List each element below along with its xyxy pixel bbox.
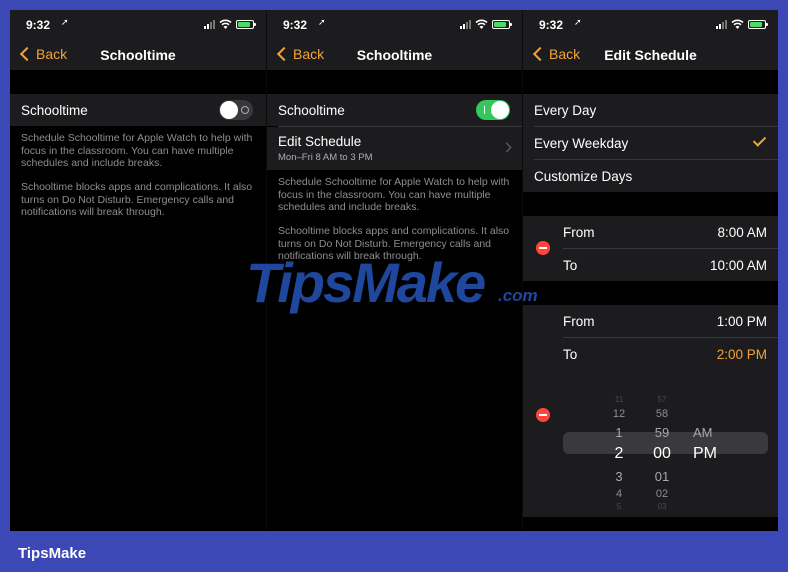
option-label: Every Weekday	[534, 136, 629, 151]
watermark-text: TipsMake	[246, 251, 486, 314]
wifi-icon	[731, 19, 744, 29]
location-arrow-icon: ➚	[574, 17, 582, 27]
brand-label: TipsMake	[18, 545, 87, 562]
option-customize-days[interactable]: Customize Days	[523, 160, 778, 192]
location-arrow-icon: ➚	[61, 17, 69, 27]
battery-icon	[492, 20, 512, 29]
phone-screen-edit-schedule: 9:32 ➚ Back Edit Schedule Every Day Ever…	[522, 10, 778, 531]
schooltime-label: Schooltime	[21, 103, 88, 118]
navigation-bar: Back Schooltime	[267, 42, 522, 70]
status-bar: 9:32 ➚	[10, 10, 266, 42]
edit-schedule-subtitle: Mon–Fri 8 AM to 3 PM	[278, 152, 373, 163]
status-bar: 9:32 ➚	[523, 10, 778, 42]
to-time-value-active: 2:00 PM	[716, 347, 767, 362]
schooltime-toggle[interactable]	[219, 100, 253, 120]
footnote-description: Schedule Schooltime for Apple Watch to h…	[278, 176, 510, 213]
to-time-value: 10:00 AM	[709, 258, 767, 273]
from-label: From	[563, 225, 595, 240]
option-label: Every Day	[534, 103, 597, 118]
picker-minute: 59	[654, 424, 670, 440]
from-label: From	[563, 314, 595, 329]
to-row[interactable]: To 10:00 AM	[563, 249, 778, 281]
picker-minute: 02	[655, 487, 669, 500]
picker-minute: 58	[655, 407, 669, 420]
wifi-icon	[219, 19, 232, 29]
page-title: Schooltime	[356, 47, 433, 63]
phone-screen-schooltime-off: 9:32 ➚ Back Schooltime Schooltime Schedu…	[10, 10, 266, 531]
status-time: 9:32	[283, 18, 308, 32]
repeat-options-group: Every Day Every Weekday Customize Days	[523, 94, 778, 192]
checkmark-icon	[752, 133, 767, 147]
footnote-blocking: Schooltime blocks apps and complications…	[21, 181, 253, 218]
picker-hour: 3	[615, 468, 623, 484]
watermark-suffix: .com	[498, 286, 538, 305]
status-time: 9:32	[539, 18, 564, 32]
picker-minute: 01	[654, 468, 670, 484]
status-time: 9:32	[26, 18, 51, 32]
edit-schedule-label: Edit Schedule	[278, 134, 362, 149]
picker-hour: 2	[614, 445, 624, 462]
footnote-description: Schedule Schooltime for Apple Watch to h…	[21, 132, 253, 169]
picker-period: AM	[693, 424, 713, 440]
time-block-1: From 8:00 AM To 10:00 AM	[523, 216, 778, 281]
to-row[interactable]: To 2:00 PM	[563, 338, 778, 370]
cellular-signal-icon	[460, 19, 471, 29]
picker-hour: 1	[615, 424, 623, 440]
picker-minute: 03	[657, 502, 667, 511]
schooltime-label: Schooltime	[278, 103, 345, 118]
watermark-logo: TipsMake .com	[246, 250, 546, 325]
from-time-value: 1:00 PM	[716, 314, 767, 329]
cellular-signal-icon	[716, 19, 727, 29]
schooltime-toggle[interactable]	[476, 100, 510, 120]
option-every-day[interactable]: Every Day	[523, 94, 778, 126]
edit-schedule-row[interactable]: Edit Schedule Mon–Fri 8 AM to 3 PM	[267, 127, 522, 170]
chevron-right-icon	[501, 142, 512, 153]
location-arrow-icon: ➚	[318, 17, 326, 27]
page-title: Schooltime	[100, 47, 176, 63]
picker-hour: 4	[615, 487, 623, 500]
battery-icon	[236, 20, 256, 29]
picker-minute: 57	[657, 395, 667, 404]
from-row[interactable]: From 8:00 AM	[563, 216, 778, 248]
navigation-bar: Back Edit Schedule	[523, 42, 778, 70]
battery-icon	[748, 20, 768, 29]
from-row[interactable]: From 1:00 PM	[563, 305, 778, 337]
page-title: Edit Schedule	[604, 47, 697, 63]
option-label: Customize Days	[534, 169, 633, 184]
picker-hour: 11	[614, 395, 624, 404]
schooltime-toggle-row: Schooltime	[267, 94, 522, 126]
schooltime-toggle-row: Schooltime	[10, 94, 266, 126]
from-time-value: 8:00 AM	[717, 225, 767, 240]
picker-hour: 5	[616, 502, 622, 511]
to-label: To	[563, 258, 578, 273]
wifi-icon	[475, 19, 488, 29]
delete-minus-icon[interactable]	[536, 408, 550, 422]
status-bar: 9:32 ➚	[267, 10, 522, 42]
navigation-bar: Back Schooltime	[10, 42, 266, 70]
option-every-weekday[interactable]: Every Weekday	[523, 127, 778, 159]
picker-minute: 00	[653, 445, 671, 462]
picker-hour: 12	[612, 407, 626, 420]
picker-period: PM	[693, 445, 717, 462]
to-label: To	[563, 347, 578, 362]
cellular-signal-icon	[204, 19, 215, 29]
